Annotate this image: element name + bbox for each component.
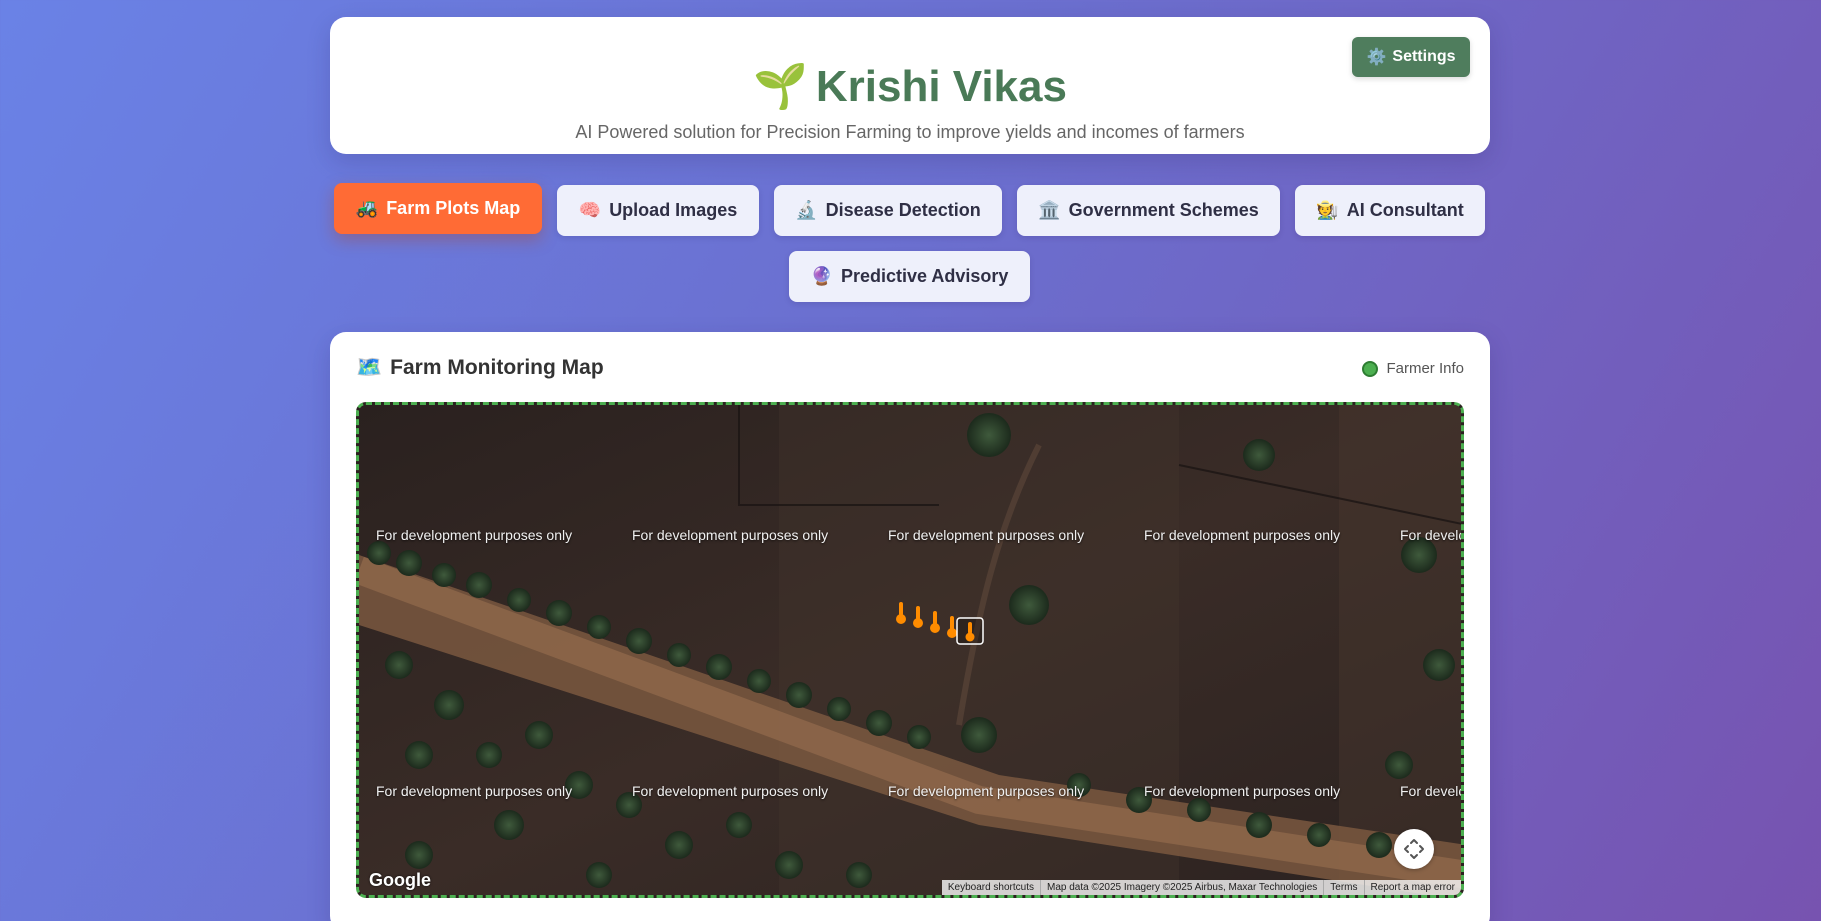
keyboard-shortcuts-link[interactable]: Keyboard shortcuts — [942, 880, 1040, 895]
map-data-credit: Map data ©2025 Imagery ©2025 Airbus, Max… — [1040, 880, 1323, 895]
tab-predictive-advisory[interactable]: 🔮 Predictive Advisory — [789, 251, 1030, 302]
tab-ai-consultant[interactable]: 🧑‍🌾 AI Consultant — [1295, 185, 1485, 236]
gear-icon: ⚙️ — [1366, 49, 1387, 66]
dev-watermark: For development purposes only — [1400, 783, 1461, 799]
microscope-icon: 🔬 — [795, 200, 818, 220]
farm-map[interactable]: For development purposes only For develo… — [356, 402, 1464, 898]
thermometer-marker-icon[interactable] — [912, 605, 924, 629]
dev-watermark: For development purposes only — [1400, 527, 1461, 543]
tab-disease-detection[interactable]: 🔬 Disease Detection — [774, 185, 1002, 236]
map-attribution-bar: Keyboard shortcuts Map data ©2025 Imager… — [941, 880, 1461, 895]
dev-watermark: For development purposes only — [888, 527, 1085, 543]
tab-label: Predictive Advisory — [841, 266, 1009, 286]
tab-farm-plots-map[interactable]: 🚜 Farm Plots Map — [334, 183, 542, 234]
settings-label: Settings — [1392, 48, 1456, 65]
dev-watermark: For development purposes only — [376, 527, 573, 543]
map-icon: 🗺️ — [356, 356, 383, 379]
report-map-error-link[interactable]: Report a map error — [1363, 880, 1461, 895]
farmer-info-legend: Farmer Info — [1362, 360, 1464, 377]
dev-watermark: For development purposes only — [632, 527, 829, 543]
dev-watermark: For development purposes only — [376, 783, 573, 799]
map-title-text: Farm Monitoring Map — [390, 356, 604, 379]
crystal-ball-icon: 🔮 — [810, 266, 833, 286]
dev-watermark: For development purposes only — [1144, 783, 1341, 799]
map-section-title: 🗺️ Farm Monitoring Map — [356, 355, 604, 381]
settings-button[interactable]: ⚙️ Settings — [1352, 37, 1470, 77]
thermometer-marker-icon[interactable] — [895, 601, 907, 625]
government-building-icon: 🏛️ — [1038, 200, 1061, 220]
tractor-icon: 🚜 — [355, 198, 379, 218]
terms-link[interactable]: Terms — [1323, 880, 1363, 895]
tab-label: Disease Detection — [825, 200, 981, 220]
sprout-icon: 🌱 — [753, 62, 808, 111]
brain-icon: 🧠 — [578, 200, 602, 220]
app-title: 🌱 Krishi Vikas — [330, 61, 1490, 113]
tab-label: Government Schemes — [1068, 200, 1259, 220]
farmer-icon: 🧑‍🌾 — [1316, 200, 1339, 220]
map-card: 🗺️ Farm Monitoring Map Farmer Info For d… — [330, 332, 1490, 921]
google-logo: Google — [369, 870, 431, 890]
tab-government-schemes[interactable]: 🏛️ Government Schemes — [1017, 185, 1280, 236]
header-card: 🌱 Krishi Vikas AI Powered solution for Pr… — [330, 17, 1490, 154]
satellite-imagery — [359, 405, 1461, 895]
tab-label: Upload Images — [609, 200, 738, 220]
selected-thermometer-marker-icon[interactable] — [956, 617, 984, 645]
farmer-dot-icon — [1362, 360, 1379, 377]
dev-watermark: For development purposes only — [888, 783, 1085, 799]
dev-watermark: For development purposes only — [632, 783, 829, 799]
fullscreen-arrows-icon — [1404, 839, 1424, 859]
dev-watermark: For development purposes only — [1144, 527, 1341, 543]
app-title-text: Krishi Vikas — [815, 62, 1067, 111]
fullscreen-button[interactable] — [1394, 829, 1434, 869]
thermometer-marker-icon[interactable] — [929, 610, 941, 634]
tab-upload-images[interactable]: 🧠 Upload Images — [557, 185, 759, 236]
tab-label: AI Consultant — [1346, 200, 1464, 220]
app-subtitle: AI Powered solution for Precision Farmin… — [575, 122, 1245, 142]
farmer-info-label: Farmer Info — [1386, 360, 1464, 377]
tab-label: Farm Plots Map — [386, 198, 521, 218]
